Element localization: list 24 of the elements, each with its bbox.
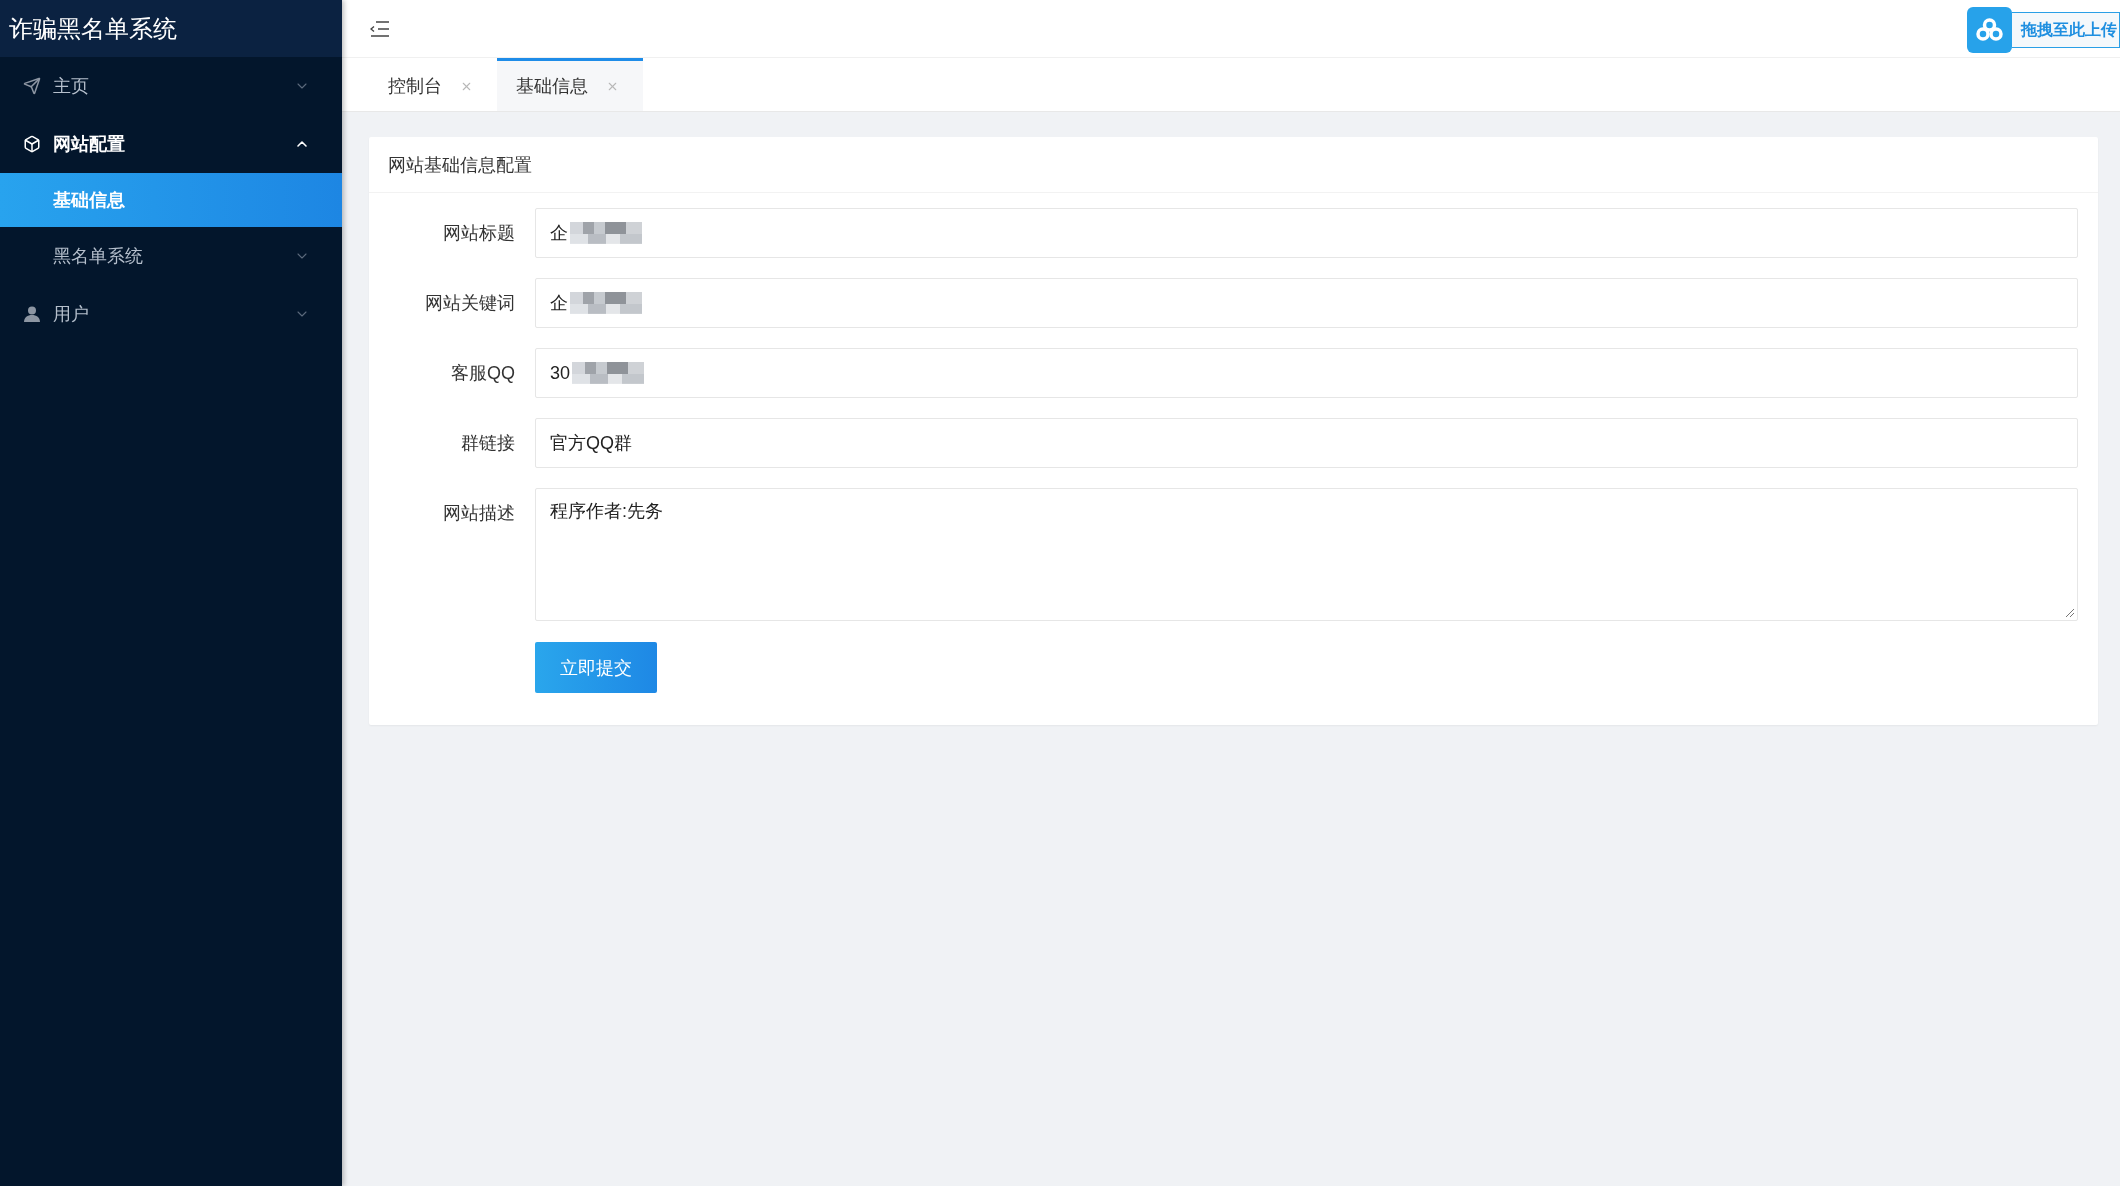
field-label: 群链接 xyxy=(461,432,515,455)
input-field[interactable]: 30 xyxy=(535,348,2078,398)
tab[interactable]: 基础信息 xyxy=(497,58,643,111)
sidebar-item[interactable]: 主页 xyxy=(0,57,342,115)
user-icon xyxy=(23,305,41,323)
cloud-icon[interactable] xyxy=(1967,7,2012,53)
cube-icon xyxy=(23,135,41,153)
field-label: 网站描述 xyxy=(443,502,515,525)
input-field[interactable]: 企 xyxy=(535,278,2078,328)
paper-plane-icon xyxy=(23,77,41,95)
field-label: 客服QQ xyxy=(451,362,515,385)
input-field[interactable]: 官方QQ群 xyxy=(535,418,2078,468)
sidebar-item[interactable]: 网站配置 xyxy=(0,115,342,173)
sidebar-item[interactable]: 黑名单系统 xyxy=(0,227,342,285)
sidebar-item[interactable]: 用户 xyxy=(0,285,342,343)
input-field[interactable]: 企 xyxy=(535,208,2078,258)
app-title: 诈骗黑名单系统 xyxy=(9,13,177,44)
field-label: 网站关键词 xyxy=(425,292,515,315)
tab[interactable]: 控制台 xyxy=(369,58,497,111)
textarea-field[interactable]: 程序作者:先务 xyxy=(535,488,2078,621)
resize-handle-icon[interactable] xyxy=(2065,608,2075,618)
menu-fold-icon[interactable] xyxy=(370,19,390,38)
card-title: 网站基础信息配置 xyxy=(388,153,532,177)
field-label: 网站标题 xyxy=(443,222,515,245)
